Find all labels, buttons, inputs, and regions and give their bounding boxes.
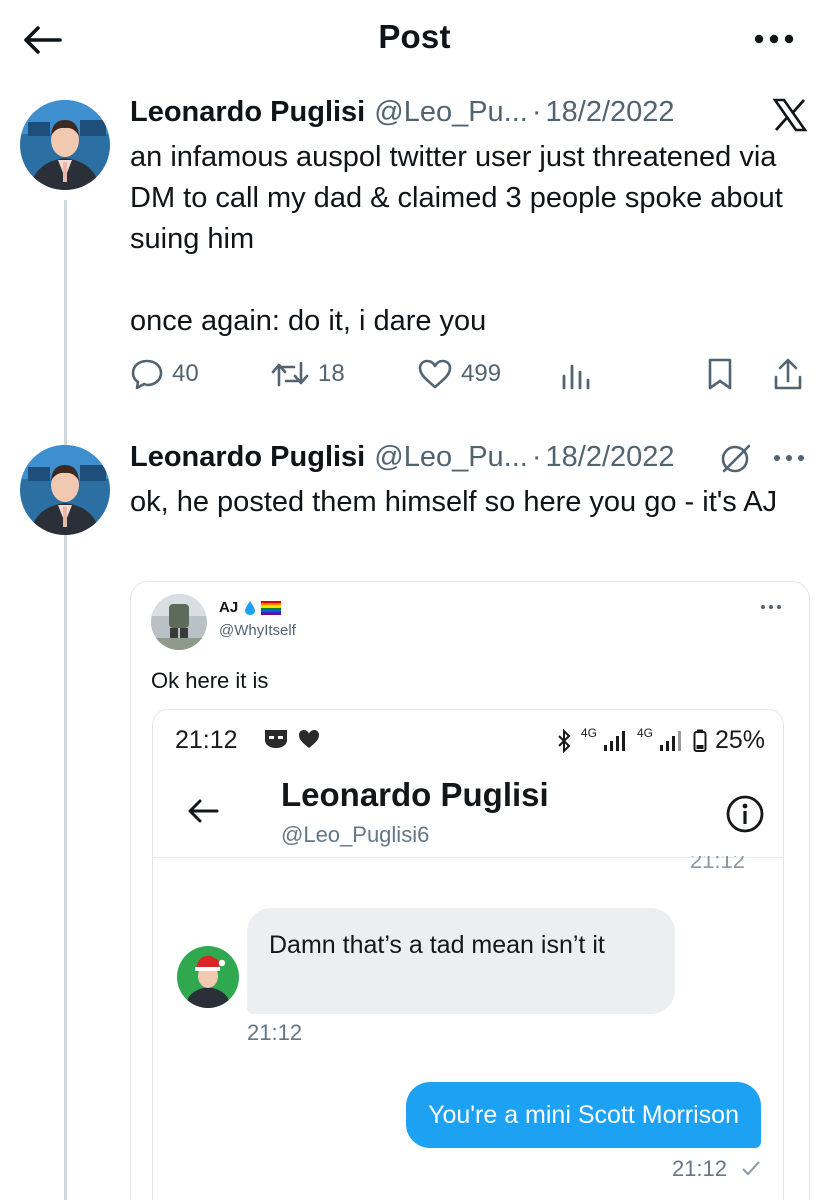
- repost-button[interactable]: 18: [270, 352, 345, 396]
- author-handle[interactable]: @Leo_Pu...: [374, 441, 528, 474]
- tweet-paragraph: an infamous auspol twitter user just thr…: [130, 141, 783, 255]
- tweet-header: Leonardo Puglisi @Leo_Pu... · 18/2/2022: [130, 96, 675, 129]
- more-horizontal-icon: [754, 34, 794, 44]
- more-horizontal-icon: [774, 455, 804, 461]
- top-bar: Post: [0, 0, 829, 80]
- phone-status-bar: 21:12 4G 4G 25%: [153, 710, 783, 772]
- notification-icons: [263, 728, 321, 750]
- x-logo-button[interactable]: [770, 98, 810, 132]
- attached-screenshot[interactable]: 21:12 4G 4G 25% Leonardo Puglisi @Leo_Pu…: [152, 709, 784, 1200]
- share-button[interactable]: [772, 352, 804, 396]
- grok-icon: [721, 444, 751, 473]
- reply-button[interactable]: 40: [130, 352, 199, 396]
- info-icon[interactable]: [725, 794, 765, 834]
- network-type-2: 4G: [636, 725, 653, 740]
- views-button[interactable]: [560, 352, 592, 396]
- battery-icon: [693, 729, 707, 752]
- tweet-date[interactable]: 18/2/2022: [546, 96, 675, 129]
- profile-photo-icon: [20, 445, 110, 535]
- repost-count: 18: [318, 360, 345, 387]
- outgoing-message-time: 21:12: [671, 1156, 727, 1181]
- profile-photo-icon: [20, 100, 110, 190]
- previous-message-time: 21:12: [689, 856, 745, 872]
- status-time: 21:12: [175, 726, 238, 754]
- author-handle[interactable]: @Leo_Pu...: [374, 96, 528, 129]
- status-right: 4G 4G 25%: [557, 726, 765, 755]
- like-button[interactable]: 499: [417, 352, 501, 396]
- bookmark-icon: [708, 358, 732, 390]
- signal-icon: [603, 730, 625, 751]
- rainbow-flag-icon: [261, 600, 282, 615]
- bookmark-button[interactable]: [706, 352, 734, 396]
- quoted-author-name[interactable]: AJ: [219, 599, 282, 616]
- dm-contact-name: Leonardo Puglisi: [281, 776, 549, 813]
- arrow-left-icon[interactable]: [187, 798, 219, 824]
- checkmark-icon: [742, 1161, 760, 1176]
- heart-icon: [418, 359, 452, 389]
- quoted-tweet-text: Ok here it is: [151, 668, 269, 693]
- tweet-actions: 40 18 499: [130, 352, 810, 396]
- tweet-more-button[interactable]: [770, 446, 808, 470]
- author-name[interactable]: Leonardo Puglisi: [130, 441, 365, 474]
- tweet-text: an infamous auspol twitter user just thr…: [130, 137, 810, 342]
- share-icon: [774, 358, 802, 390]
- tweet-text: ok, he posted them himself so here you g…: [130, 486, 778, 518]
- more-horizontal-icon[interactable]: [759, 600, 783, 614]
- separator-dot: ·: [531, 96, 542, 128]
- tweet-date[interactable]: 18/2/2022: [546, 441, 675, 474]
- x-logo-icon: [772, 98, 808, 132]
- more-options-button[interactable]: [749, 22, 799, 56]
- like-count: 499: [461, 360, 502, 387]
- signal-icon: [659, 730, 681, 751]
- network-type-1: 4G: [580, 725, 597, 740]
- outgoing-message-bubble: You're a mini Scott Morrison: [406, 1082, 761, 1148]
- incoming-message-bubble: Damn that’s a tad mean isn’t it: [247, 908, 675, 1014]
- quoted-author-handle[interactable]: @WhyItself: [219, 622, 296, 639]
- avatar[interactable]: [20, 100, 110, 190]
- heart-icon: [299, 730, 319, 748]
- repost-icon: [271, 361, 309, 387]
- message-avatar[interactable]: [177, 946, 239, 1008]
- separator-dot: ·: [531, 441, 542, 473]
- tweet-header: Leonardo Puglisi @Leo_Pu... · 18/2/2022: [130, 441, 675, 474]
- bluetooth-icon: [558, 728, 571, 753]
- incoming-message-time: 21:12: [247, 1020, 303, 1045]
- views-icon: [562, 364, 590, 390]
- reply-count: 40: [172, 360, 199, 387]
- avatar[interactable]: [20, 445, 110, 535]
- droplet-icon: [245, 600, 256, 615]
- dm-contact-handle: @Leo_Puglisi6: [281, 822, 430, 847]
- profile-photo-icon: [177, 946, 239, 1008]
- dm-header: Leonardo Puglisi @Leo_Puglisi6: [153, 772, 783, 858]
- quoted-name-text: AJ: [219, 599, 239, 616]
- quoted-avatar[interactable]: [151, 594, 207, 650]
- author-name[interactable]: Leonardo Puglisi: [130, 96, 365, 129]
- thread-connector-line: [64, 200, 67, 1200]
- profile-photo-icon: [151, 594, 207, 650]
- reply-icon: [131, 359, 163, 390]
- grok-button[interactable]: [718, 440, 754, 476]
- page-title: Post: [378, 18, 451, 55]
- battery-percent: 25%: [714, 726, 765, 754]
- tweet-paragraph: once again: do it, i dare you: [130, 305, 487, 337]
- mask-app-icon: [265, 730, 287, 748]
